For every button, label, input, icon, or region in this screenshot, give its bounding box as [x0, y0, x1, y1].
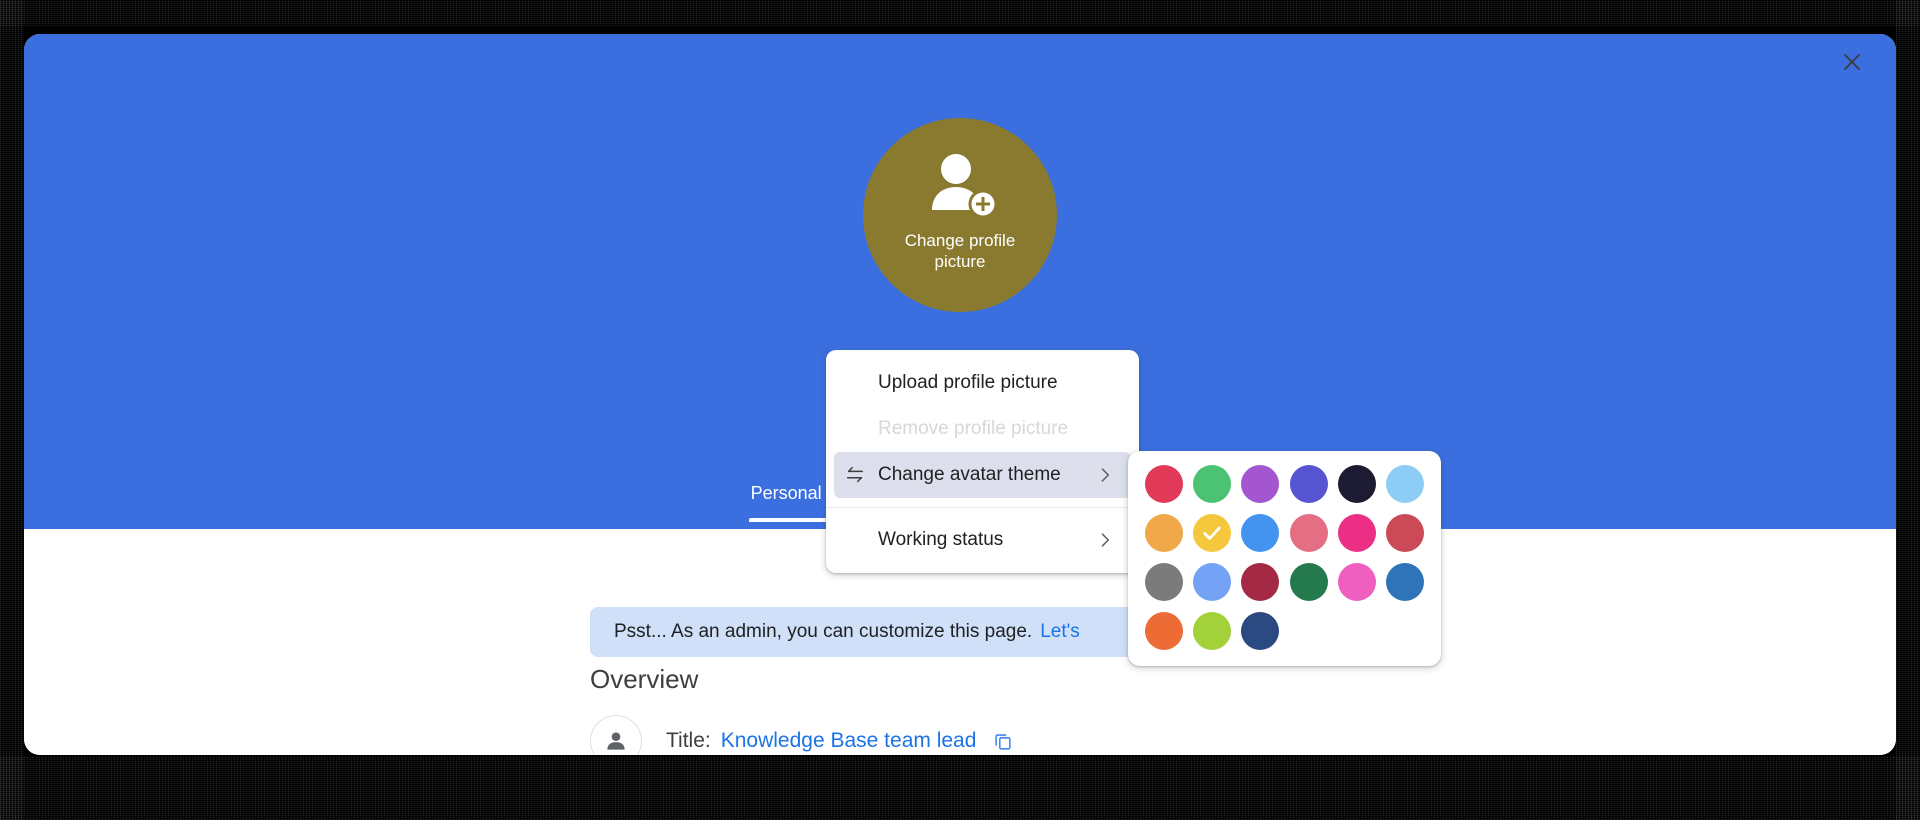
palette-swatch-magenta[interactable]	[1337, 514, 1376, 552]
palette-swatch-steel-blue[interactable]	[1386, 563, 1425, 601]
copy-icon[interactable]	[992, 730, 1014, 752]
chevron-right-icon	[1095, 465, 1115, 485]
palette-swatch-indigo[interactable]	[1289, 465, 1328, 503]
palette-swatch-crimson[interactable]	[1144, 465, 1183, 503]
palette-swatch-lime[interactable]	[1192, 612, 1231, 650]
chevron-right-icon	[1095, 530, 1115, 550]
palette-swatch-cornflower[interactable]	[1192, 563, 1231, 601]
person-add-icon	[922, 152, 998, 222]
palette-swatch-orange[interactable]	[1144, 612, 1183, 650]
screen: Change profile picture Personal info Wor…	[0, 0, 1920, 820]
frame-noise-right	[1896, 0, 1920, 820]
palette-swatch-near-black[interactable]	[1337, 465, 1376, 503]
palette-grid	[1144, 465, 1425, 650]
menu-item-change-avatar-theme[interactable]: Change avatar theme	[834, 452, 1131, 498]
frame-noise-left	[0, 0, 24, 820]
palette-swatch-purple[interactable]	[1241, 465, 1280, 503]
palette-swatch-yellow[interactable]	[1192, 514, 1231, 552]
profile-avatar[interactable]: Change profile picture	[863, 118, 1057, 312]
swap-horizontal-icon	[844, 464, 870, 486]
palette-swatch-light-blue[interactable]	[1386, 465, 1425, 503]
menu-item-upload-profile-picture[interactable]: Upload profile picture	[834, 360, 1131, 406]
palette-swatch-blue[interactable]	[1241, 514, 1280, 552]
menu-item-label: Remove profile picture	[878, 418, 1069, 439]
palette-swatch-navy[interactable]	[1241, 612, 1280, 650]
admin-banner-link[interactable]: Let's	[1040, 621, 1080, 643]
admin-customize-banner: Psst... As an admin, you can customize t…	[590, 607, 1190, 657]
overview-row-title: Title: Knowledge Base team lead	[590, 715, 1014, 755]
overview-title-value[interactable]: Knowledge Base team lead	[721, 729, 977, 753]
palette-swatch-orange-light[interactable]	[1144, 514, 1183, 552]
menu-divider	[826, 507, 1139, 508]
overview-title-label: Title:	[666, 729, 711, 752]
palette-swatch-grey[interactable]	[1144, 563, 1183, 601]
palette-swatch-rose[interactable]	[1289, 514, 1328, 552]
palette-swatch-green[interactable]	[1192, 465, 1231, 503]
frame-noise-top	[0, 0, 1920, 26]
profile-dialog: Change profile picture Personal info Wor…	[24, 34, 1896, 755]
menu-item-label: Working status	[878, 529, 1004, 550]
person-icon	[590, 715, 642, 755]
menu-item-label: Change avatar theme	[878, 464, 1061, 485]
menu-item-remove-profile-picture: Remove profile picture	[834, 406, 1131, 452]
palette-swatch-pink[interactable]	[1337, 563, 1376, 601]
avatar-circle[interactable]: Change profile picture	[863, 118, 1057, 312]
palette-swatch-maroon[interactable]	[1241, 563, 1280, 601]
palette-swatch-brick-red[interactable]	[1386, 514, 1425, 552]
avatar-theme-palette	[1128, 451, 1441, 666]
palette-swatch-dark-green[interactable]	[1289, 563, 1328, 601]
admin-banner-text: Psst... As an admin, you can customize t…	[614, 621, 1033, 642]
check-icon	[1193, 514, 1231, 552]
frame-noise-bottom	[0, 756, 1920, 820]
change-profile-picture-label: Change profile picture	[904, 231, 1016, 271]
menu-item-working-status[interactable]: Working status	[834, 517, 1131, 563]
close-icon[interactable]	[1830, 40, 1874, 84]
overview-heading: Overview	[590, 664, 699, 694]
menu-item-label: Upload profile picture	[878, 372, 1058, 393]
overview-title-text: Title: Knowledge Base team lead	[666, 729, 1014, 753]
avatar-context-menu: Upload profile picture Remove profile pi…	[826, 350, 1139, 573]
